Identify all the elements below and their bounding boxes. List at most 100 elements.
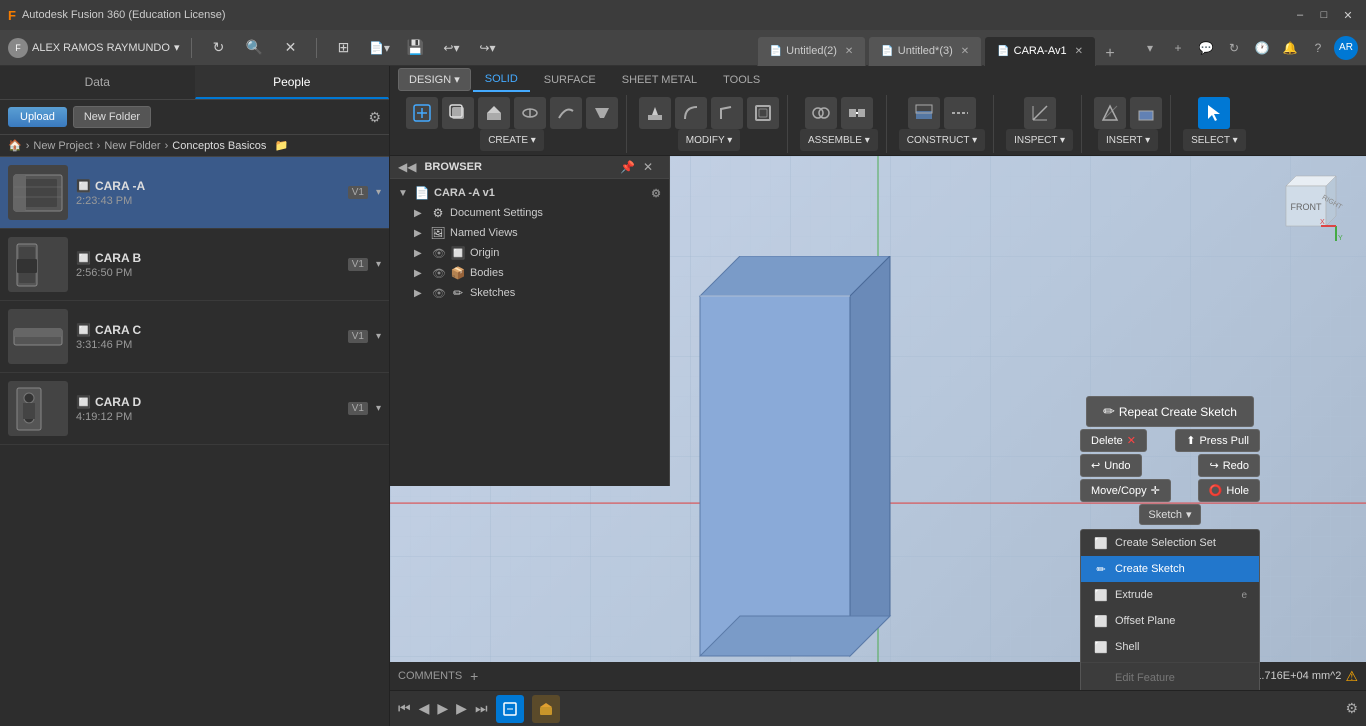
breadcrumb-folder[interactable]: New Folder — [104, 140, 160, 152]
tb-chamfer-icon[interactable] — [711, 97, 743, 129]
sync-button[interactable]: ↻ — [1222, 36, 1246, 60]
design-dropdown[interactable]: DESIGN ▾ — [398, 68, 471, 91]
breadcrumb-project[interactable]: New Project — [33, 140, 92, 152]
modify-group-button[interactable]: MODIFY ▾ — [678, 129, 741, 151]
breadcrumb-home[interactable]: 🏠 — [8, 139, 22, 152]
tb-shell-icon[interactable] — [747, 97, 779, 129]
tb-joint-icon[interactable] — [805, 97, 837, 129]
file-item-cara-d[interactable]: 🔲 CARA D 4:19:12 PM V1 ▾ — [0, 373, 389, 445]
browser-item-bodies-eye-icon[interactable]: 👁 — [432, 267, 446, 280]
tab-untitled2[interactable]: 📄 Untitled(2) ✕ — [757, 36, 867, 66]
browser-item-doc-settings[interactable]: ▶ ⚙ Document Settings — [410, 203, 665, 223]
tab-close-cara[interactable]: ✕ — [1075, 46, 1083, 57]
comments-add-icon[interactable]: + — [470, 668, 478, 684]
tb-sweep-icon[interactable] — [550, 97, 582, 129]
timeline-body-icon[interactable] — [532, 695, 560, 723]
ctx-item-create-sketch[interactable]: ✏ Create Sketch — [1081, 556, 1259, 582]
cube-nav[interactable]: FRONT RIGHT Y X — [1266, 166, 1346, 246]
avatar-button[interactable]: AR — [1334, 36, 1358, 60]
topbar-close-button[interactable]: ✕ — [276, 34, 304, 62]
tb-press-pull-icon[interactable] — [639, 97, 671, 129]
comment-button[interactable]: 💬 — [1194, 36, 1218, 60]
create-group-button[interactable]: CREATE ▾ — [480, 129, 544, 151]
tb-loft-icon[interactable] — [586, 97, 618, 129]
search-button[interactable]: 🔍 — [240, 34, 268, 62]
tb-fillet-icon[interactable] — [675, 97, 707, 129]
browser-root-settings-icon[interactable]: ⚙ — [651, 187, 661, 200]
browser-item-named-views[interactable]: ▶ 🖼 Named Views — [410, 223, 665, 243]
browser-item-sketches[interactable]: ▶ 👁 ✏ Sketches — [410, 283, 665, 303]
user-menu[interactable]: F ALEX RAMOS RAYMUNDO ▾ — [8, 38, 179, 58]
timeline-prev-button[interactable]: ◀ — [419, 700, 430, 717]
browser-item-origin[interactable]: ▶ 👁 🔲 Origin — [410, 243, 665, 263]
tab-untitled3[interactable]: 📄 Untitled*(3) ✕ — [868, 36, 982, 66]
panel-settings-icon[interactable]: ⚙ — [368, 109, 381, 126]
breadcrumb-folder-icon[interactable]: 📁 — [274, 139, 288, 152]
minimize-button[interactable]: – — [1290, 5, 1310, 25]
sketch-dropdown[interactable]: Sketch ▾ — [1139, 504, 1200, 525]
tab-close-untitled2[interactable]: ✕ — [845, 46, 853, 57]
data-tab[interactable]: Data — [0, 66, 195, 99]
construct-group-button[interactable]: CONSTRUCT ▾ — [899, 129, 985, 151]
timeline-last-button[interactable]: ⏭ — [475, 700, 488, 717]
file-button[interactable]: 📄▾ — [365, 34, 393, 62]
ctx-item-extrude[interactable]: ⬜ Extrude e — [1081, 582, 1259, 608]
tab-add-button[interactable]: + — [1098, 42, 1122, 66]
tab-close-untitled3[interactable]: ✕ — [961, 46, 969, 57]
file-item-cara-c[interactable]: 🔲 CARA C 3:31:46 PM V1 ▾ — [0, 301, 389, 373]
close-button[interactable]: ✕ — [1338, 5, 1358, 25]
delete-button[interactable]: Delete ✕ — [1080, 429, 1147, 452]
press-pull-button[interactable]: ⬆ Press Pull — [1175, 429, 1260, 452]
file-item-cara-b[interactable]: 🔲 CARA B 2:56:50 PM V1 ▾ — [0, 229, 389, 301]
toolbar-tab-solid[interactable]: SOLID — [473, 68, 530, 92]
tb-midplane-icon[interactable] — [944, 97, 976, 129]
browser-root[interactable]: ▼ 📄 CARA -A v1 ⚙ — [394, 183, 665, 203]
inspect-group-button[interactable]: INSPECT ▾ — [1006, 129, 1073, 151]
tb-insert-mesh-icon[interactable] — [1094, 97, 1126, 129]
timeline-next-button[interactable]: ▶ — [456, 700, 467, 717]
timeline-play-button[interactable]: ▶ — [437, 700, 448, 717]
browser-item-sketches-eye-icon[interactable]: 👁 — [432, 287, 446, 300]
tb-revolve-icon[interactable] — [514, 97, 546, 129]
tb-decal-icon[interactable] — [1130, 97, 1162, 129]
viewport[interactable]: ◀◀ BROWSER 📌 ✕ ▼ 📄 CARA -A v1 ⚙ — [390, 156, 1366, 690]
tb-rigid-group-icon[interactable] — [841, 97, 873, 129]
assemble-group-button[interactable]: ASSEMBLE ▾ — [800, 129, 878, 151]
timeline-sketch-icon[interactable] — [496, 695, 524, 723]
tab-chevron-button[interactable]: ▾ — [1138, 36, 1162, 60]
redo-button[interactable]: ↪▾ — [473, 34, 501, 62]
refresh-button[interactable]: ↻ — [204, 34, 232, 62]
history-button[interactable]: 🕐 — [1250, 36, 1274, 60]
tab-cara-av1[interactable]: 📄 CARA-Av1 ✕ — [984, 36, 1096, 66]
tab-plus-button[interactable]: + — [1166, 36, 1190, 60]
hole-button[interactable]: ⭕ Hole — [1198, 479, 1260, 502]
tb-measure-icon[interactable] — [1024, 97, 1056, 129]
grid-button[interactable]: ⊞ — [329, 34, 357, 62]
ctx-item-shell[interactable]: ⬜ Shell — [1081, 634, 1259, 660]
redo-button[interactable]: ↪ Redo — [1198, 454, 1260, 477]
tb-new-component-icon[interactable] — [406, 97, 438, 129]
insert-group-button[interactable]: INSERT ▾ — [1098, 129, 1158, 151]
people-tab[interactable]: People — [195, 66, 390, 99]
repeat-create-sketch-button[interactable]: ✏ Repeat Create Sketch — [1086, 396, 1254, 427]
toolbar-tab-tools[interactable]: TOOLS — [711, 68, 772, 92]
maximize-button[interactable]: □ — [1314, 5, 1334, 25]
browser-item-origin-eye-icon[interactable]: 👁 — [432, 247, 446, 260]
browser-toggle-icon[interactable]: ◀◀ — [398, 160, 416, 174]
undo-button[interactable]: ↩ Undo — [1080, 454, 1142, 477]
tb-extrude-icon[interactable] — [478, 97, 510, 129]
toolbar-tab-sheetmetal[interactable]: SHEET METAL — [610, 68, 709, 92]
browser-pin-icon[interactable]: 📌 — [620, 160, 635, 174]
save-button[interactable]: 💾 — [401, 34, 429, 62]
toolbar-tab-surface[interactable]: SURFACE — [532, 68, 608, 92]
ctx-item-create-selection-set[interactable]: ⬜ Create Selection Set — [1081, 530, 1259, 556]
browser-close-icon[interactable]: ✕ — [643, 160, 653, 174]
tb-offset-plane-icon[interactable] — [908, 97, 940, 129]
ctx-item-offset-plane[interactable]: ⬜ Offset Plane — [1081, 608, 1259, 634]
select-group-button[interactable]: SELECT ▾ — [1183, 129, 1246, 151]
help-button[interactable]: ? — [1306, 36, 1330, 60]
timeline-settings-icon[interactable]: ⚙ — [1345, 700, 1358, 717]
file-item-cara-a[interactable]: 🔲 CARA -A 2:23:43 PM V1 ▾ — [0, 157, 389, 229]
notification-button[interactable]: 🔔 — [1278, 36, 1302, 60]
upload-button[interactable]: Upload — [8, 107, 67, 127]
